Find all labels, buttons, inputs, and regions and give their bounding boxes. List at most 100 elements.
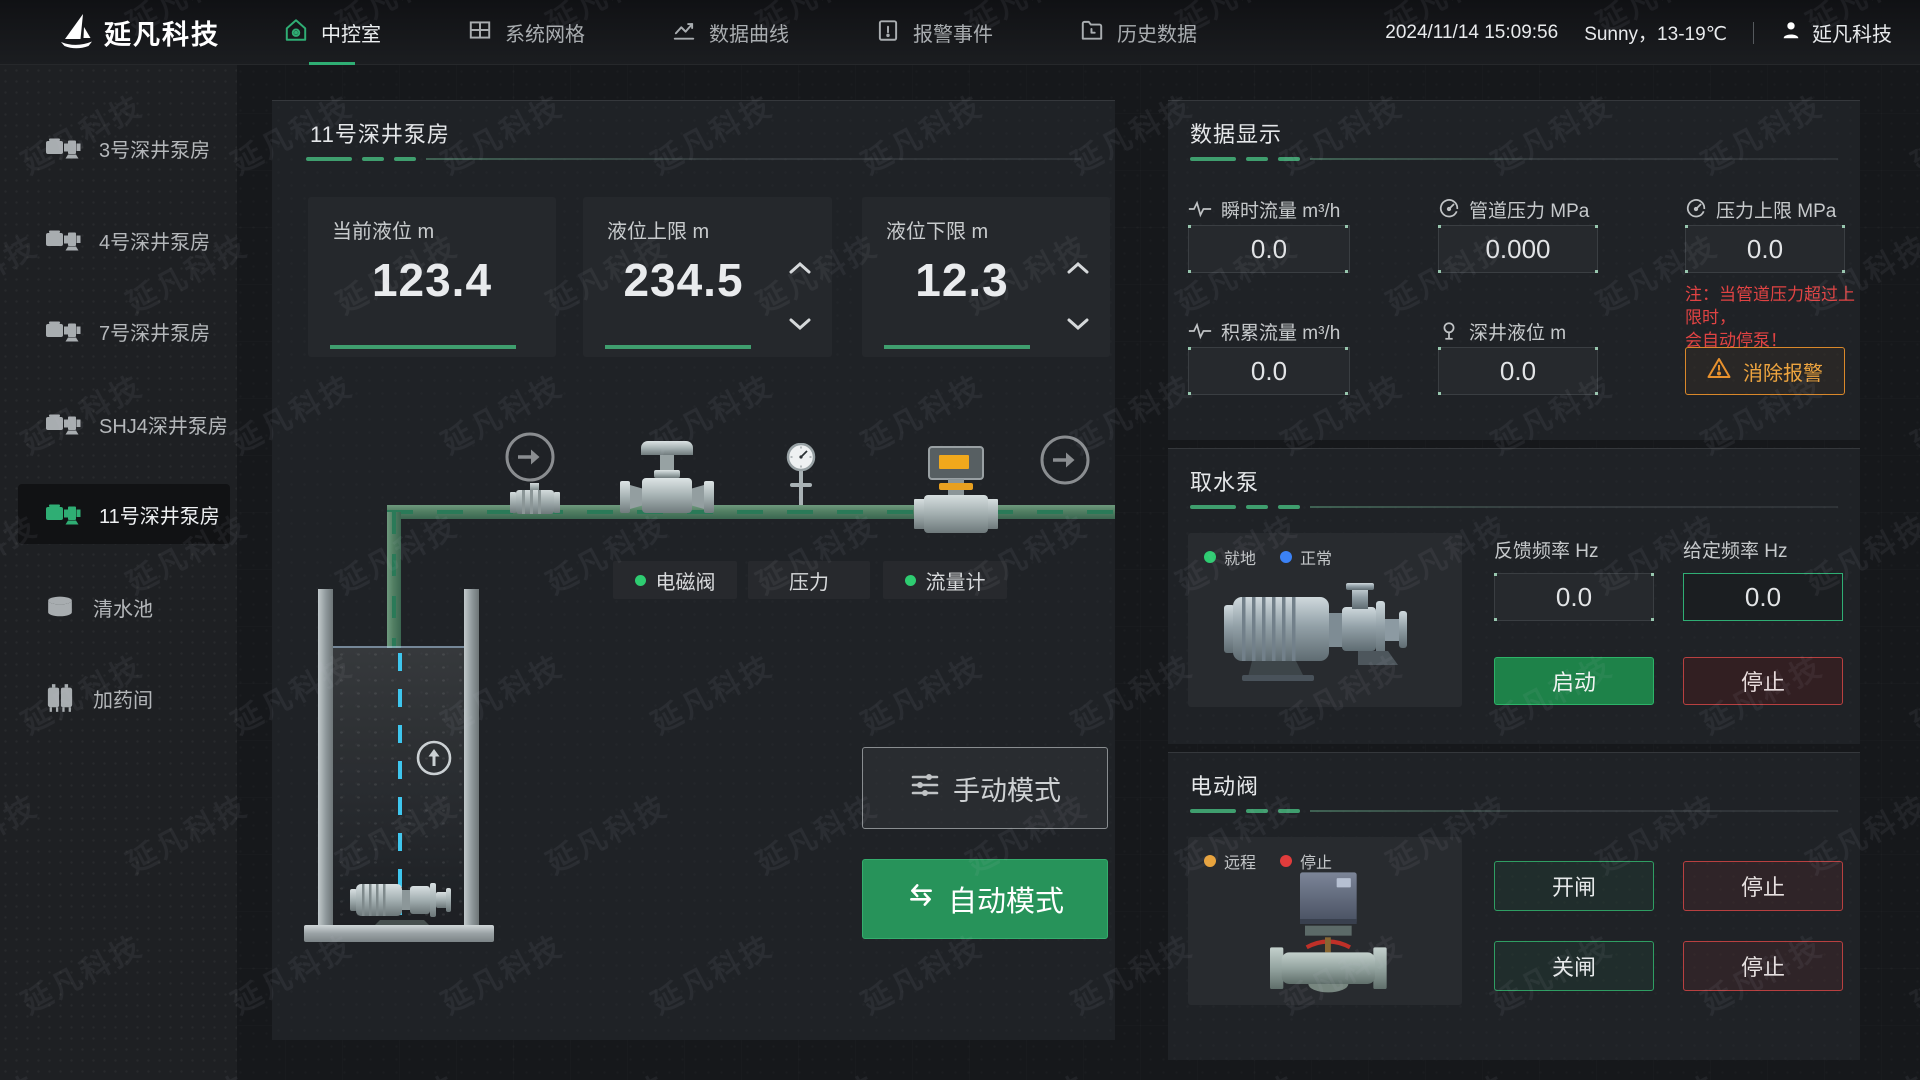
sidebar-item-label: 4号深井泵房 <box>99 226 210 255</box>
weather: Sunny，13-19℃ <box>1584 19 1727 46</box>
valve-close-button[interactable]: 关闸 <box>1494 941 1654 991</box>
clear-alarm-button[interactable]: 消除报警 <box>1685 347 1845 395</box>
pump-start-button[interactable]: 启动 <box>1494 657 1654 705</box>
status-dot-green <box>905 575 916 586</box>
sidebar-item-label: 加药间 <box>93 684 153 713</box>
metric-label-pipe-pressure: 管道压力 MPa <box>1438 197 1589 221</box>
nav-item-system-grid[interactable]: 系统网格 <box>467 0 585 65</box>
grid-icon <box>467 17 493 49</box>
title-underline <box>1190 809 1838 813</box>
metric-label-total-flow: 积累流量 m³/h <box>1188 319 1340 343</box>
title-underline <box>1190 157 1838 161</box>
valve-stop-button-2[interactable]: 停止 <box>1683 941 1843 991</box>
manual-valve-graphic <box>620 439 714 517</box>
panel-title: 数据显示 <box>1190 117 1282 149</box>
nav-label: 数据曲线 <box>709 18 789 47</box>
datetime: 2024/11/14 15:09:56 <box>1385 22 1558 44</box>
divider <box>1753 22 1754 44</box>
field-label-feedback-freq: 反馈频率 Hz <box>1494 537 1599 561</box>
status-dot <box>1204 855 1216 867</box>
chevron-down-icon[interactable] <box>782 311 818 337</box>
logo: 延凡科技 <box>56 0 220 65</box>
input-set-freq[interactable]: 0.0 <box>1683 573 1843 621</box>
status-dot <box>1204 551 1216 563</box>
status-dot <box>1280 855 1292 867</box>
card-current-level: 当前液位 m 123.4 <box>308 197 556 357</box>
sidebar-item-label: 清水池 <box>93 593 153 622</box>
diag-label-text: 压力 <box>789 566 829 595</box>
user-name: 延凡科技 <box>1812 18 1892 47</box>
home-icon <box>283 17 309 49</box>
label-solenoid-valve: 电磁阀 <box>613 561 737 599</box>
top-right-info: 2024/11/14 15:09:56 Sunny，13-19℃ 延凡科技 <box>1385 0 1892 65</box>
value-inst-flow: 0.0 <box>1188 225 1350 273</box>
diag-label-text: 流量计 <box>926 566 986 595</box>
card-accent-bar <box>330 345 516 349</box>
curve-icon <box>671 17 697 49</box>
alarm-icon <box>875 17 901 49</box>
tank-icon <box>45 593 75 621</box>
well-base <box>304 925 494 942</box>
sidebar-item-pump7[interactable]: 7号深井泵房 <box>0 303 237 359</box>
pin-icon <box>1438 320 1460 342</box>
card-label: 当前液位 m <box>332 215 434 244</box>
nav-item-control-room[interactable]: 中控室 <box>283 0 381 65</box>
sidebar-item-label: 7号深井泵房 <box>99 317 210 346</box>
well-wall-left <box>318 589 333 929</box>
value-well-level: 0.0 <box>1438 347 1598 395</box>
auto-mode-label: 自动模式 <box>948 878 1064 920</box>
person-icon <box>1780 19 1802 47</box>
chevron-down-icon[interactable] <box>1060 311 1096 337</box>
nav-item-history-data[interactable]: 历史数据 <box>1079 0 1197 65</box>
nav-item-alarm-events[interactable]: 报警事件 <box>875 0 993 65</box>
drop-pipe <box>387 512 401 648</box>
sidebar-item-dosing-room[interactable]: 加药间 <box>0 670 237 726</box>
dosing-icon <box>45 683 75 713</box>
manual-mode-button[interactable]: 手动模式 <box>862 747 1108 829</box>
user-menu[interactable]: 延凡科技 <box>1780 18 1892 47</box>
sidebar-item-pump11-selected[interactable]: 11号深井泵房 <box>18 484 230 544</box>
card-value: 12.3 <box>862 253 1062 307</box>
pump-icon <box>45 225 81 255</box>
status-dot <box>1280 551 1292 563</box>
nav-item-data-curves[interactable]: 数据曲线 <box>671 0 789 65</box>
panel-title: 电动阀 <box>1190 769 1259 801</box>
gauge-icon <box>1685 198 1707 220</box>
card-label: 液位上限 m <box>607 215 709 244</box>
sidebar-item-clear-pool[interactable]: 清水池 <box>0 579 237 635</box>
solenoid-valve-graphic <box>510 483 560 515</box>
chevron-up-icon[interactable] <box>1060 255 1096 281</box>
sidebar-item-label: 3号深井泵房 <box>99 134 210 163</box>
sidebar-item-pump3[interactable]: 3号深井泵房 <box>0 120 237 176</box>
pump-icon <box>45 499 81 529</box>
status-normal: 正常 <box>1280 545 1332 569</box>
card-accent-bar <box>605 345 751 349</box>
sidebar-item-shj4[interactable]: SHJ4深井泵房 <box>0 396 237 452</box>
sidebar-item-pump4[interactable]: 4号深井泵房 <box>0 212 237 268</box>
status-dot-green <box>635 575 646 586</box>
chevron-up-icon[interactable] <box>782 255 818 281</box>
valve-stop-button-1[interactable]: 停止 <box>1683 861 1843 911</box>
loop-icon <box>906 882 936 916</box>
value-pressure-limit: 0.0 <box>1685 225 1845 273</box>
title-underline <box>1190 505 1838 509</box>
pump-stop-button[interactable]: 停止 <box>1683 657 1843 705</box>
pump-icon <box>45 316 81 346</box>
valve-open-button[interactable]: 开闸 <box>1494 861 1654 911</box>
value-pipe-pressure: 0.000 <box>1438 225 1598 273</box>
main-panel: 11号深井泵房 当前液位 m 123.4 液位上限 m 234.5 液位下限 m… <box>272 100 1115 1040</box>
data-display-panel: 数据显示 瞬时流量 m³/h 0.0 管道压力 MPa 0.000 压力上限 M… <box>1168 100 1860 440</box>
pressure-note: 注：当管道压力超过上限时， 会自动停泵！ <box>1685 283 1855 352</box>
pump-icon <box>45 133 81 163</box>
logo-text: 延凡科技 <box>104 13 220 52</box>
pump-icon <box>45 409 81 439</box>
flow-meter-graphic <box>906 445 1006 533</box>
label-pressure: 压力 <box>748 561 870 599</box>
history-icon <box>1079 17 1105 49</box>
auto-mode-button[interactable]: 自动模式 <box>862 859 1108 939</box>
warning-icon <box>1707 357 1731 385</box>
metric-label-well-level: 深井液位 m <box>1438 319 1566 343</box>
sliders-icon <box>909 771 941 806</box>
pump-image <box>1218 575 1432 697</box>
sidebar: 3号深井泵房 4号深井泵房 7号深井泵房 SHJ4深井泵房 11号深井泵 <box>0 65 237 1080</box>
